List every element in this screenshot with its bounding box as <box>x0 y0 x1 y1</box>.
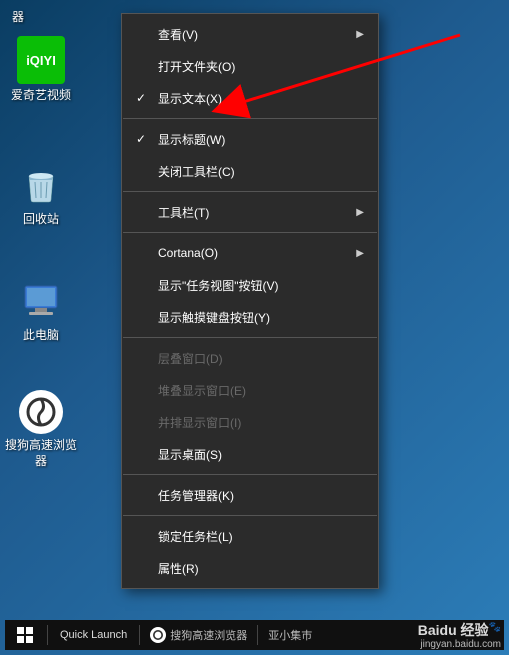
shortcut-iqiyi[interactable]: iQIYI 爱奇艺视频 <box>3 36 79 104</box>
truncated-label: 器 <box>12 8 24 25</box>
recycle-bin-icon <box>17 160 65 208</box>
menu-item-open-folder[interactable]: 打开文件夹(O) <box>122 50 378 82</box>
menu-item-lock-taskbar[interactable]: 锁定任务栏(L) <box>122 520 378 552</box>
computer-icon <box>17 276 65 324</box>
menu-separator <box>123 474 377 475</box>
menu-item-show-desktop[interactable]: 显示桌面(S) <box>122 438 378 470</box>
menu-item-show-touch-keyboard[interactable]: 显示触摸键盘按钮(Y) <box>122 301 378 333</box>
watermark-brand: Baidu 经验🐾 <box>418 622 501 639</box>
shortcut-label: 回收站 <box>3 212 79 228</box>
menu-item-cortana[interactable]: Cortana(O) ▶ <box>122 237 378 269</box>
menu-item-label: 属性(R) <box>158 560 199 577</box>
quick-launch-toolbar[interactable]: Quick Launch <box>50 629 137 641</box>
menu-item-label: 关闭工具栏(C) <box>158 163 235 180</box>
taskbar-divider <box>47 625 48 645</box>
check-icon: ✓ <box>134 91 148 105</box>
shortcut-sogou-browser[interactable]: 搜狗高速浏览器 <box>3 390 79 469</box>
menu-item-label: 显示"任务视图"按钮(V) <box>158 277 279 294</box>
windows-logo-icon <box>17 627 33 643</box>
watermark-url: jingyan.baidu.com <box>418 639 501 651</box>
shortcut-label: 爱奇艺视频 <box>3 88 79 104</box>
shortcut-recycle-bin[interactable]: 回收站 <box>3 160 79 228</box>
menu-separator <box>123 191 377 192</box>
sogou-browser-icon <box>150 627 166 643</box>
menu-item-show-text[interactable]: ✓ 显示文本(X) <box>122 82 378 114</box>
menu-item-stack-windows: 堆叠显示窗口(E) <box>122 374 378 406</box>
menu-item-label: 堆叠显示窗口(E) <box>158 382 246 399</box>
paw-icon: 🐾 <box>489 622 501 634</box>
taskbar-app-other[interactable]: 亚小集巿 <box>260 627 320 643</box>
menu-item-close-toolbar[interactable]: 关闭工具栏(C) <box>122 155 378 187</box>
submenu-arrow-icon: ▶ <box>356 29 364 40</box>
menu-item-label: 任务管理器(K) <box>158 487 234 504</box>
menu-item-properties[interactable]: 属性(R) <box>122 552 378 584</box>
taskbar-divider <box>139 625 140 645</box>
desktop: 器 iQIYI 爱奇艺视频 回收站 此电脑 <box>0 0 509 655</box>
menu-item-view[interactable]: 查看(V) ▶ <box>122 18 378 50</box>
sogou-browser-icon <box>19 390 63 434</box>
menu-item-label: 显示触摸键盘按钮(Y) <box>158 309 270 326</box>
menu-item-label: 查看(V) <box>158 26 198 43</box>
menu-item-label: 显示文本(X) <box>158 90 222 107</box>
taskbar-app-label: 搜狗高速浏览器 <box>170 627 247 643</box>
menu-item-label: 显示标题(W) <box>158 131 225 148</box>
menu-item-label: 锁定任务栏(L) <box>158 528 233 545</box>
taskbar-app-label: 亚小集巿 <box>268 627 312 643</box>
watermark: Baidu 经验🐾 jingyan.baidu.com <box>418 622 501 651</box>
menu-item-show-taskview[interactable]: 显示"任务视图"按钮(V) <box>122 269 378 301</box>
submenu-arrow-icon: ▶ <box>356 248 364 259</box>
menu-separator <box>123 337 377 338</box>
menu-item-label: Cortana(O) <box>158 246 218 260</box>
start-button[interactable] <box>5 620 45 650</box>
menu-item-label: 打开文件夹(O) <box>158 58 235 75</box>
menu-item-side-by-side-windows: 并排显示窗口(I) <box>122 406 378 438</box>
shortcut-this-pc[interactable]: 此电脑 <box>3 276 79 344</box>
check-icon: ✓ <box>134 132 148 146</box>
menu-separator <box>123 515 377 516</box>
shortcut-label: 搜狗高速浏览器 <box>3 438 79 469</box>
menu-item-label: 显示桌面(S) <box>158 446 222 463</box>
menu-item-task-manager[interactable]: 任务管理器(K) <box>122 479 378 511</box>
taskbar-divider <box>257 625 258 645</box>
shortcut-label: 此电脑 <box>3 328 79 344</box>
menu-item-label: 层叠窗口(D) <box>158 350 223 367</box>
menu-item-cascade-windows: 层叠窗口(D) <box>122 342 378 374</box>
iqiyi-icon: iQIYI <box>17 36 65 84</box>
menu-item-label: 并排显示窗口(I) <box>158 414 241 431</box>
taskbar-context-menu: 查看(V) ▶ 打开文件夹(O) ✓ 显示文本(X) ✓ 显示标题(W) 关闭工… <box>121 13 379 589</box>
menu-separator <box>123 232 377 233</box>
menu-item-label: 工具栏(T) <box>158 204 209 221</box>
menu-item-toolbars[interactable]: 工具栏(T) ▶ <box>122 196 378 228</box>
submenu-arrow-icon: ▶ <box>356 207 364 218</box>
menu-separator <box>123 118 377 119</box>
menu-item-show-title[interactable]: ✓ 显示标题(W) <box>122 123 378 155</box>
taskbar-app-sogou[interactable]: 搜狗高速浏览器 <box>142 627 255 643</box>
